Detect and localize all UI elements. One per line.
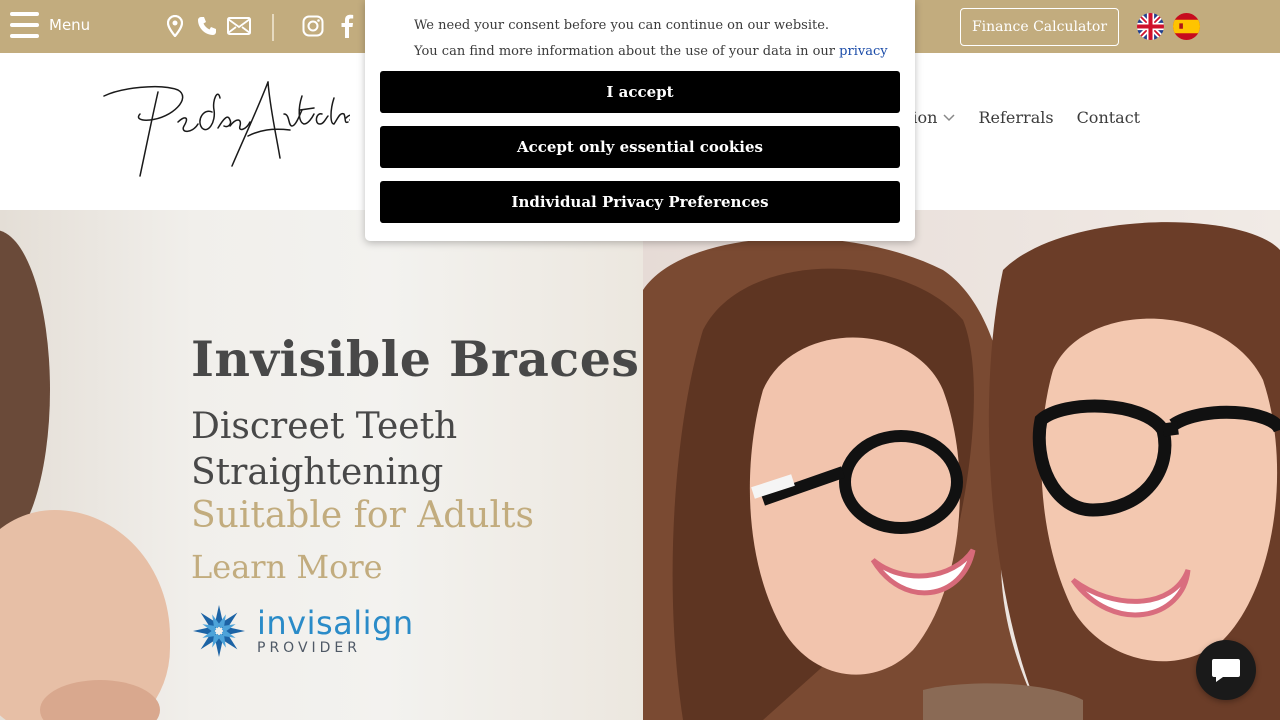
map-pin-icon[interactable]	[163, 14, 187, 38]
hair-shape	[0, 230, 50, 550]
privacy-preferences-button[interactable]: Individual Privacy Preferences	[380, 181, 900, 223]
instagram-icon[interactable]	[301, 14, 325, 38]
hero-title: Invisible Braces	[191, 330, 640, 388]
chevron-down-icon	[943, 113, 956, 121]
invisalign-tagline: PROVIDER	[257, 640, 362, 656]
finance-calculator-button[interactable]: Finance Calculator	[960, 8, 1119, 46]
mail-icon[interactable]	[227, 14, 251, 38]
hero-subtitle: Discreet Teeth Straightening	[191, 406, 458, 493]
nav-label: Referrals	[978, 108, 1054, 127]
invisalign-badge[interactable]: invisalign PROVIDER	[191, 603, 414, 659]
divider	[272, 14, 274, 41]
nav-item-referrals[interactable]: Referrals	[978, 108, 1053, 127]
invisalign-wordmark: invisalign PROVIDER	[257, 606, 414, 656]
nav-item-contact[interactable]: Contact	[1077, 108, 1141, 127]
social-icons	[301, 14, 359, 38]
accept-all-button[interactable]: I accept	[380, 71, 900, 113]
menu-label: Menu	[49, 16, 91, 34]
facebook-icon[interactable]	[335, 14, 359, 38]
phone-icon[interactable]	[195, 14, 219, 38]
cookie-line-1: We need your consent before you can cont…	[414, 18, 830, 33]
spain-flag-icon[interactable]	[1173, 13, 1200, 40]
cookie-consent-dialog: We need your consent before you can cont…	[365, 0, 915, 241]
chat-button[interactable]	[1196, 640, 1256, 700]
hero-accent-text: Suitable for Adults	[191, 495, 534, 536]
cookie-line-2-prefix: You can find more information about the …	[414, 44, 840, 59]
hero-banner: Invisible Braces Discreet Teeth Straight…	[0, 210, 1280, 720]
learn-more-link[interactable]: Learn More	[191, 548, 383, 586]
accept-essential-button[interactable]: Accept only essential cookies	[380, 126, 900, 168]
logo[interactable]	[100, 78, 353, 183]
main-nav: tion Referrals Contact	[906, 108, 1140, 127]
menu-button[interactable]: Menu	[10, 12, 90, 38]
contact-icons	[163, 14, 251, 38]
invisalign-star-icon	[193, 605, 245, 657]
uk-flag-icon[interactable]	[1137, 13, 1164, 40]
chat-bubble-icon	[1212, 659, 1240, 682]
logo-signature-icon	[103, 81, 353, 177]
hero-photo-two-women	[643, 210, 1280, 720]
nav-label: Contact	[1076, 108, 1141, 127]
hamburger-icon	[10, 12, 39, 38]
invisalign-brand: invisalign	[257, 604, 414, 642]
